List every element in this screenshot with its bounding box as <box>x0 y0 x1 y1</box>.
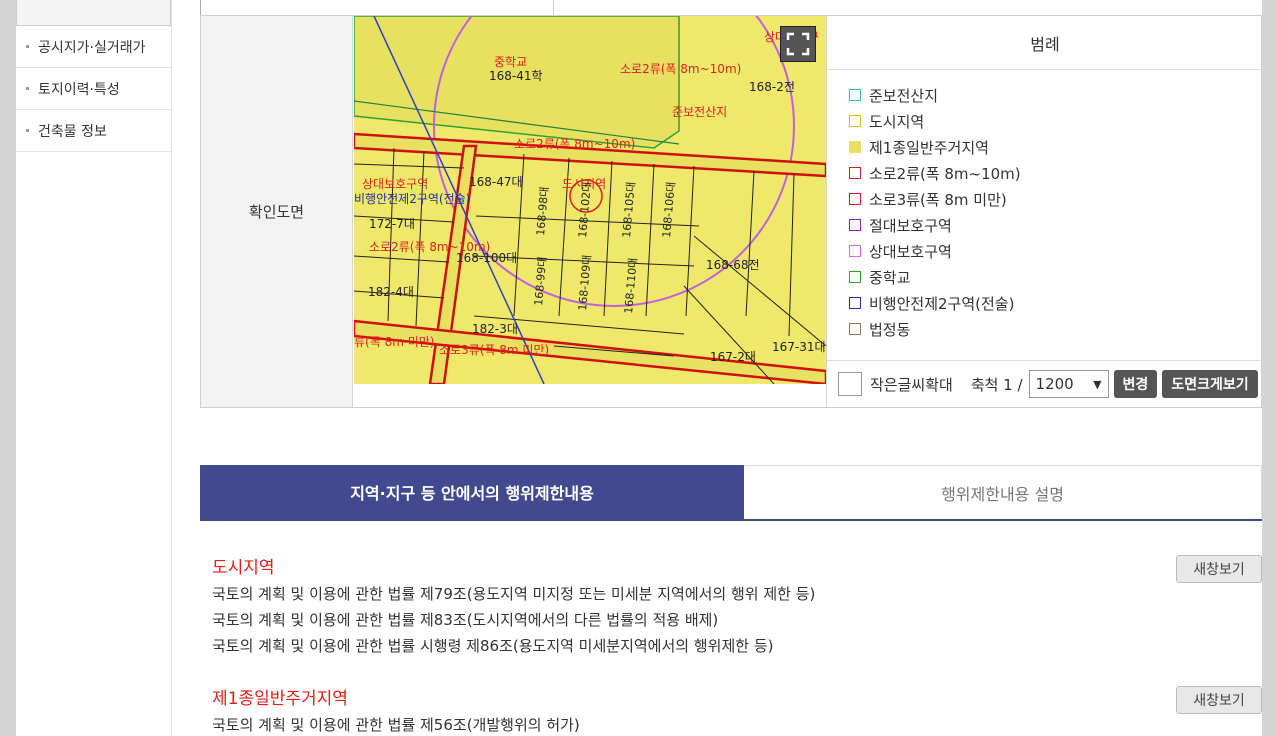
main-panel: 확인도면 중학교 168-41학 소로2류(폭 8m~10m) 168-2전 준… <box>172 0 1264 736</box>
svg-text:준보전산지: 준보전산지 <box>672 105 727 119</box>
legend-item-label: 제1종일반주거지역 <box>869 138 989 157</box>
legend-panel: 범례 준보전산지도시지역제1종일반주거지역소로2류(폭 8m~10m) 소로3류(… <box>826 16 1264 407</box>
sidebar: 공시지가·실거래가 토지이력·특성 건축물 정보 <box>16 0 172 736</box>
fullscreen-button[interactable] <box>780 26 816 62</box>
legend-swatch-icon <box>849 219 861 231</box>
legend-swatch-icon <box>849 141 861 153</box>
svg-text:167-31대: 167-31대 <box>772 340 826 354</box>
legend-item: 비행안전제2구역(전술) <box>849 290 1263 316</box>
legend-item-label: 소로2류(폭 8m~10m) <box>869 164 1021 183</box>
law-link[interactable]: 국토의 계획 및 이용에 관한 법률 제83조(도시지역에서의 다른 법률의 적… <box>212 607 1262 633</box>
svg-text:168-47대: 168-47대 <box>469 175 523 189</box>
svg-text:비행안전제2구역(전술): 비행안전제2구역(전술) <box>354 191 470 206</box>
small-text-label: 작은글씨확대 <box>870 375 953 394</box>
svg-text:류(폭 8m 미만): 류(폭 8m 미만) <box>354 335 434 349</box>
svg-text:167-2대: 167-2대 <box>710 350 756 364</box>
legend-item: 소로2류(폭 8m~10m) <box>849 160 1263 186</box>
law-link[interactable]: 국토의 계획 및 이용에 관한 법률 제56조(개발행위의 허가) <box>212 712 1262 736</box>
svg-text:소로3류(폭 8m 미만): 소로3류(폭 8m 미만) <box>439 343 549 357</box>
legend-item: 소로3류(폭 8m 미만) <box>849 186 1263 212</box>
legend-title: 범례 <box>827 16 1263 70</box>
small-text-checkbox[interactable] <box>838 372 862 396</box>
page-scrollbar[interactable] <box>1262 0 1276 736</box>
legend-item-label: 중학교 <box>869 268 911 287</box>
svg-text:168-41학: 168-41학 <box>489 69 543 83</box>
svg-text:중학교: 중학교 <box>494 55 527 69</box>
tab-restrictions[interactable]: 지역·지구 등 안에서의 행위제한내용 <box>200 465 744 519</box>
sidebar-item-price[interactable]: 공시지가·실거래가 <box>16 26 171 68</box>
sidebar-item-label: 토지이력·특성 <box>38 81 120 98</box>
change-scale-button[interactable]: 변경 <box>1113 370 1158 398</box>
legend-controls: 작은글씨확대 축척 1 / 1200 ▼ 변경 도면크게보기 <box>827 360 1264 407</box>
section-title: 도시지역 <box>212 558 275 578</box>
regulation-section: 제1종일반주거지역 새창보기 국토의 계획 및 이용에 관한 법률 제56조(개… <box>212 686 1262 736</box>
law-link[interactable]: 국토의 계획 및 이용에 관한 법률 시행령 제86조(용도지역 미세분지역에서… <box>212 633 1262 659</box>
legend-item: 도시지역 <box>849 108 1263 134</box>
map-canvas[interactable]: 중학교 168-41학 소로2류(폭 8m~10m) 168-2전 준보전산지 … <box>354 16 826 384</box>
bullet-icon <box>26 87 29 90</box>
sidebar-top-item[interactable] <box>16 0 171 26</box>
scale-label: 축척 1 / <box>970 375 1023 394</box>
legend-item-label: 상대보호구역 <box>869 242 952 261</box>
legend-item-label: 소로3류(폭 8m 미만) <box>869 190 1007 209</box>
section-title: 제1종일반주거지역 <box>212 689 348 709</box>
legend-item-label: 준보전산지 <box>869 86 939 105</box>
legend-swatch-icon <box>849 323 861 335</box>
table-top-bar <box>200 0 1262 16</box>
svg-text:168-100대: 168-100대 <box>456 251 517 265</box>
svg-text:상대보호구역: 상대보호구역 <box>362 177 428 191</box>
legend-item: 법정동 <box>849 316 1263 342</box>
sidebar-item-building[interactable]: 건축물 정보 <box>16 110 171 152</box>
legend-item-label: 비행안전제2구역(전술) <box>869 294 1015 313</box>
svg-text:168-2전: 168-2전 <box>749 80 795 94</box>
confirm-map-label: 확인도면 <box>201 16 353 407</box>
legend-swatch-icon <box>849 115 861 127</box>
law-link[interactable]: 국토의 계획 및 이용에 관한 법률 제79조(용도지역 미지정 또는 미세분 … <box>212 581 1262 607</box>
legend-item-label: 절대보호구역 <box>869 216 952 235</box>
new-window-button[interactable]: 새창보기 <box>1176 686 1262 714</box>
svg-text:소로2류(폭 8m~10m): 소로2류(폭 8m~10m) <box>514 137 635 151</box>
expand-icon <box>786 32 810 56</box>
svg-text:182-3대: 182-3대 <box>472 322 518 336</box>
legend-item: 중학교 <box>849 264 1263 290</box>
bullet-icon <box>26 45 29 48</box>
land-use-map[interactable]: 중학교 168-41학 소로2류(폭 8m~10m) 168-2전 준보전산지 … <box>354 16 826 384</box>
legend-swatch-icon <box>849 271 861 283</box>
legend-swatch-icon <box>849 193 861 205</box>
chevron-down-icon: ▼ <box>1093 377 1102 391</box>
svg-text:168-68전: 168-68전 <box>706 258 760 272</box>
sidebar-item-label: 건축물 정보 <box>38 123 107 140</box>
regulation-section: 도시지역 새창보기 국토의 계획 및 이용에 관한 법률 제79조(용도지역 미… <box>212 555 1262 659</box>
legend-item-label: 도시지역 <box>869 112 925 131</box>
svg-text:소로2류(폭 8m~10m): 소로2류(폭 8m~10m) <box>620 62 741 76</box>
scale-value: 1200 <box>1035 375 1074 393</box>
legend-item: 제1종일반주거지역 <box>849 134 1263 160</box>
sidebar-item-land-history[interactable]: 토지이력·특성 <box>16 68 171 110</box>
confirm-map-table: 확인도면 중학교 168-41학 소로2류(폭 8m~10m) 168-2전 준… <box>200 15 1264 408</box>
legend-swatch-icon <box>849 245 861 257</box>
legend-list: 준보전산지도시지역제1종일반주거지역소로2류(폭 8m~10m) 소로3류(폭 8… <box>827 70 1263 342</box>
big-map-button[interactable]: 도면크게보기 <box>1162 370 1258 398</box>
legend-item: 상대보호구역 <box>849 238 1263 264</box>
legend-item: 절대보호구역 <box>849 212 1263 238</box>
scale-select[interactable]: 1200 ▼ <box>1028 370 1109 398</box>
new-window-button[interactable]: 새창보기 <box>1176 555 1262 583</box>
svg-text:172-7대: 172-7대 <box>369 217 415 231</box>
bullet-icon <box>26 129 29 132</box>
legend-item: 준보전산지 <box>849 82 1263 108</box>
legend-swatch-icon <box>849 89 861 101</box>
tab-restriction-description[interactable]: 행위제한내용 설명 <box>744 465 1262 519</box>
restriction-tabs: 지역·지구 등 안에서의 행위제한내용 행위제한내용 설명 <box>200 465 1262 521</box>
legend-swatch-icon <box>849 167 861 179</box>
legend-item-label: 법정동 <box>869 320 911 339</box>
svg-text:182-4대: 182-4대 <box>368 285 414 299</box>
sidebar-item-label: 공시지가·실거래가 <box>38 39 146 56</box>
legend-swatch-icon <box>849 297 861 309</box>
